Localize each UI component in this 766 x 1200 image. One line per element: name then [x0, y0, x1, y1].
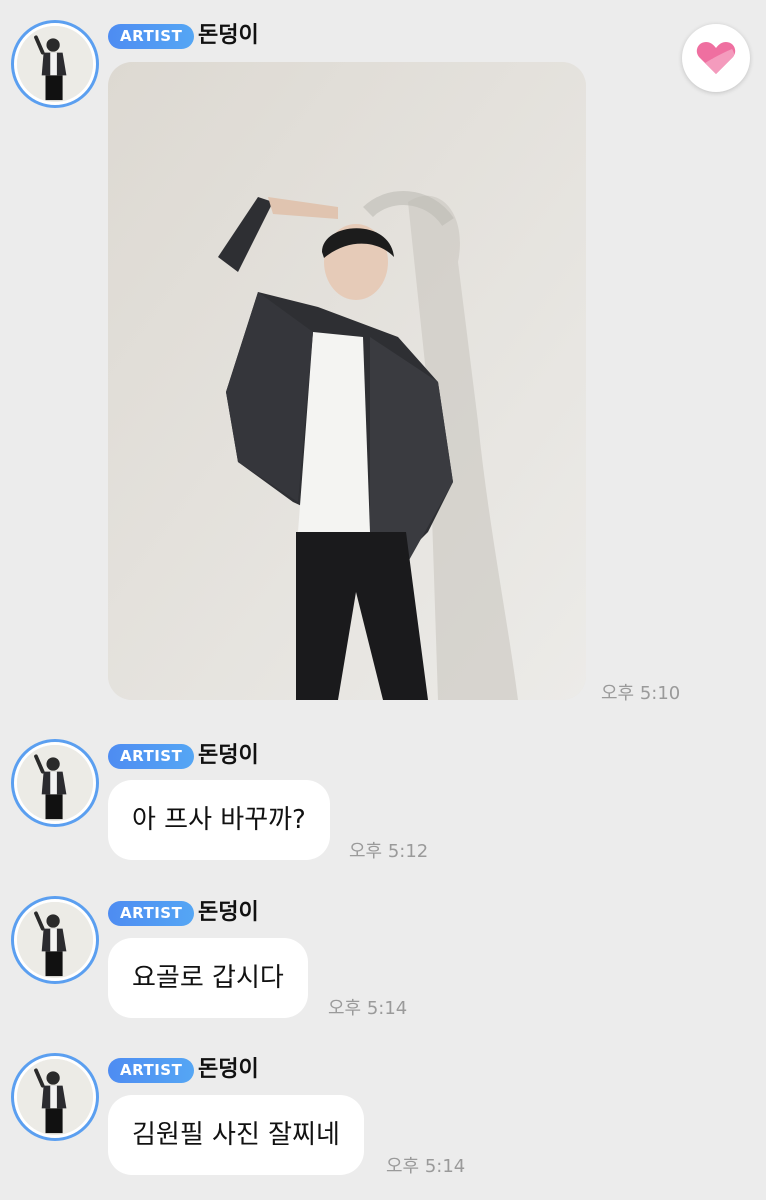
- message-photo[interactable]: [108, 62, 586, 700]
- avatar[interactable]: [11, 739, 99, 827]
- avatar-image: [17, 745, 93, 821]
- heart-icon: [696, 42, 736, 74]
- avatar-image: [17, 902, 93, 978]
- message-bubble[interactable]: 김원필 사진 잘찌네: [108, 1095, 364, 1175]
- avatar[interactable]: [11, 1053, 99, 1141]
- message-timestamp: 오후 5:14: [328, 998, 408, 1019]
- avatar-image: [17, 1059, 93, 1135]
- message-bubble[interactable]: 요골로 갑시다: [108, 938, 308, 1018]
- message-timestamp: 오후 5:14: [386, 1156, 466, 1177]
- avatar[interactable]: [11, 20, 99, 108]
- photo-man-in-denim-jacket: [108, 62, 586, 700]
- message-timestamp: 오후 5:12: [349, 841, 429, 862]
- artist-badge: ARTIST: [108, 744, 195, 769]
- message-bubble[interactable]: 아 프사 바꾸까?: [108, 780, 330, 860]
- artist-badge: ARTIST: [108, 24, 195, 49]
- artist-badge: ARTIST: [108, 901, 195, 926]
- avatar[interactable]: [11, 896, 99, 984]
- sender-name[interactable]: 돈덩이: [198, 21, 259, 51]
- heart-reaction-button[interactable]: [682, 24, 750, 92]
- sender-name[interactable]: 돈덩이: [198, 898, 259, 928]
- sender-name[interactable]: 돈덩이: [198, 741, 259, 771]
- sender-name[interactable]: 돈덩이: [198, 1055, 259, 1085]
- artist-badge: ARTIST: [108, 1058, 195, 1083]
- message-timestamp: 오후 5:10: [601, 683, 681, 704]
- avatar-image: [17, 26, 93, 102]
